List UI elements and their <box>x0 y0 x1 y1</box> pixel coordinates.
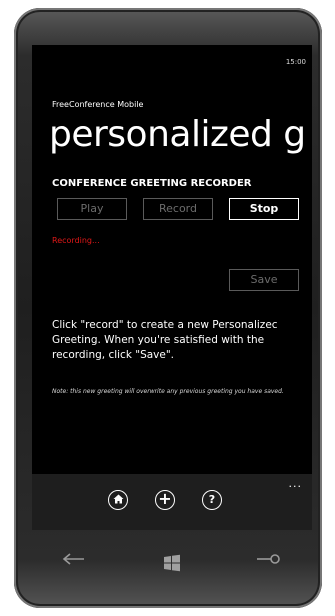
back-icon[interactable] <box>60 551 86 570</box>
status-bar-time: 15:00 <box>285 58 306 66</box>
home-icon[interactable] <box>108 490 128 510</box>
save-button[interactable]: Save <box>229 269 299 291</box>
application-bar: ... + ? <box>32 474 312 530</box>
overwrite-note: Note: this new greeting will overwrite a… <box>52 388 284 395</box>
home-icon-glyph <box>113 494 123 504</box>
record-button[interactable]: Record <box>143 198 213 220</box>
phone-screen: 15:00 FreeConference Mobile personalized… <box>32 45 312 530</box>
recorder-header: CONFERENCE GREETING RECORDER <box>52 178 252 189</box>
app-title: FreeConference Mobile <box>52 100 144 109</box>
stop-button[interactable]: Stop <box>229 198 299 220</box>
recording-status: Recording... <box>52 236 100 245</box>
help-icon[interactable]: ? <box>202 490 222 510</box>
instructions-text: Click "record" to create a new Personali… <box>52 319 278 361</box>
page-title: personalized g <box>49 114 306 155</box>
more-options-button[interactable]: ... <box>289 477 303 490</box>
add-icon[interactable]: + <box>155 490 175 510</box>
windows-start-icon[interactable] <box>163 554 181 576</box>
play-button[interactable]: Play <box>57 198 127 220</box>
search-icon[interactable] <box>255 551 281 570</box>
